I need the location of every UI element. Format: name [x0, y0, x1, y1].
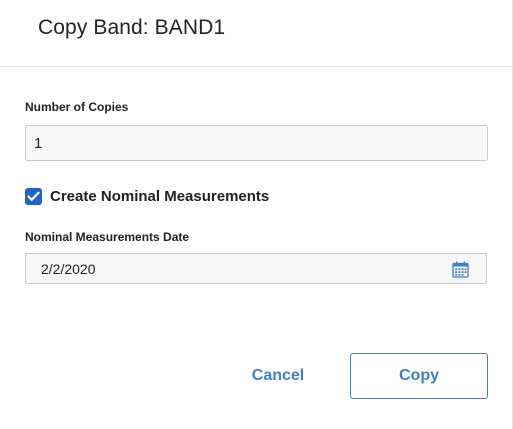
calendar-icon[interactable] [452, 261, 469, 278]
create-nominal-measurements-checkbox[interactable] [25, 187, 42, 205]
create-nominal-measurements-row[interactable]: Create Nominal Measurements [25, 186, 269, 206]
checkmark-icon [27, 191, 40, 201]
number-of-copies-label: Number of Copies [25, 100, 129, 114]
copy-band-dialog: Copy Band: BAND1 Number of Copies Create… [0, 0, 513, 429]
number-of-copies-input[interactable] [25, 125, 488, 161]
dialog-title: Copy Band: BAND1 [38, 16, 226, 39]
date-value: 2/2/2020 [41, 261, 96, 277]
nominal-measurements-date-label: Nominal Measurements Date [25, 230, 190, 244]
create-nominal-measurements-label: Create Nominal Measurements [50, 187, 270, 205]
cancel-button[interactable]: Cancel [240, 353, 316, 398]
copy-button[interactable]: Copy [350, 353, 488, 399]
dialog-header: Copy Band: BAND1 [0, 0, 512, 67]
nominal-measurements-date-field[interactable]: 2/2/2020 [25, 253, 487, 284]
